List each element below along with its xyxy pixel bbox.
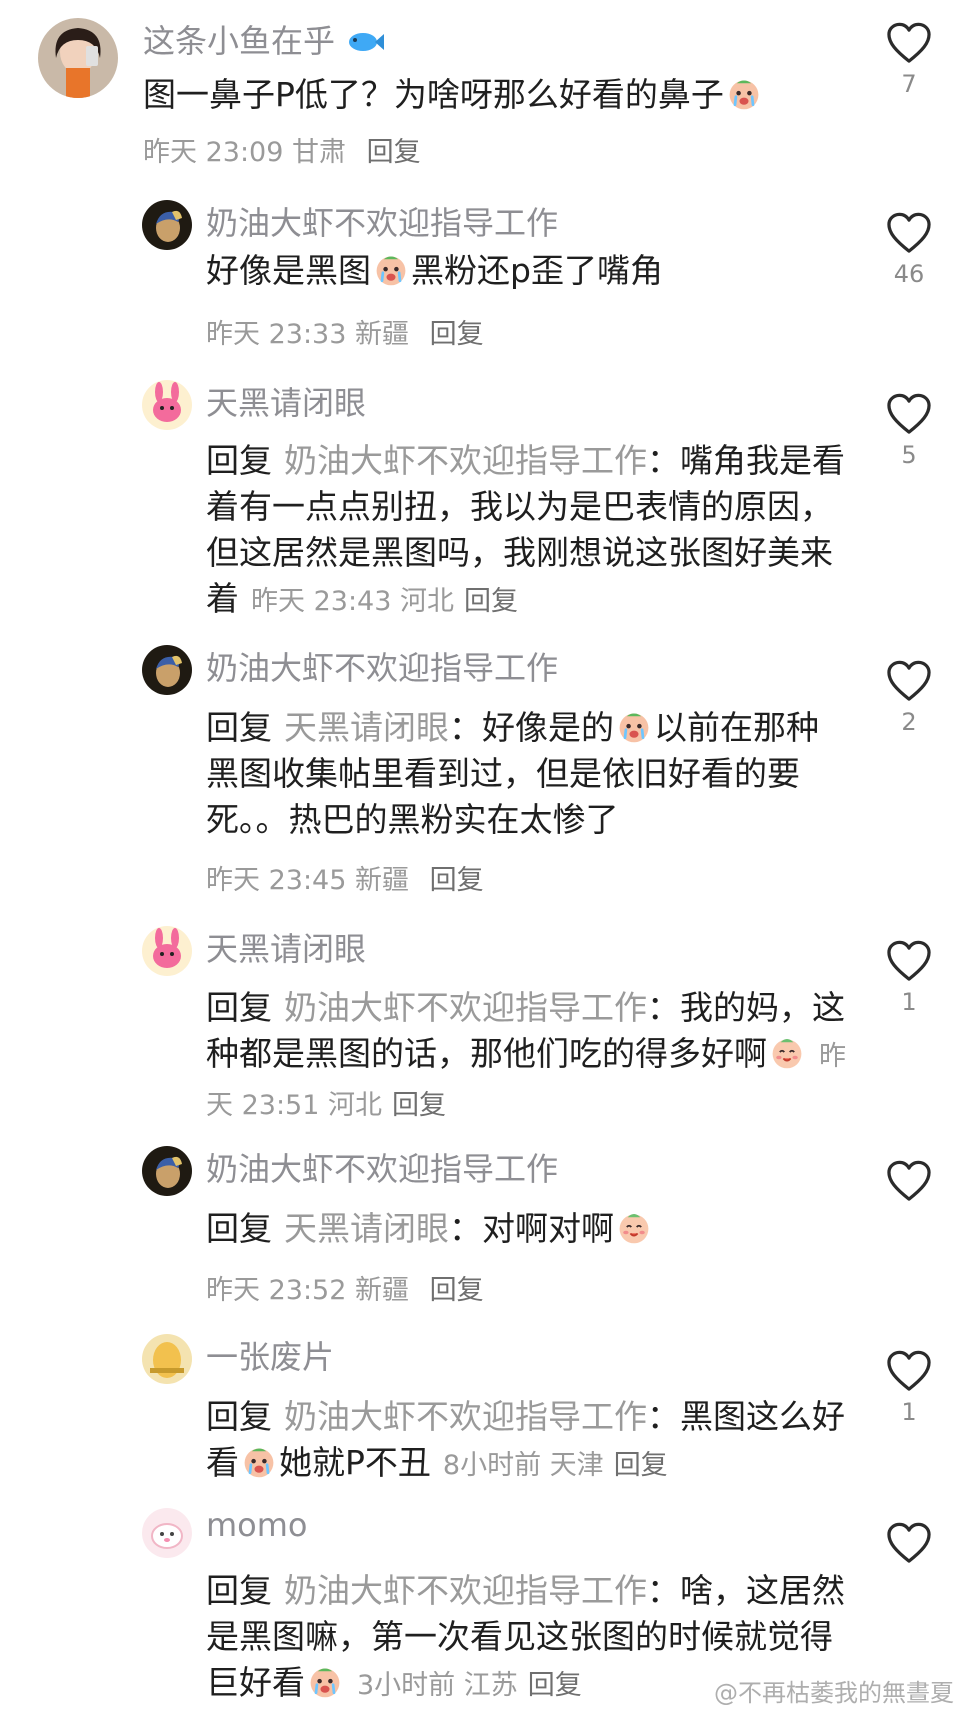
- comment-meta: 昨天 23:45 新疆 回复: [206, 858, 484, 897]
- fish-icon: [349, 33, 385, 51]
- like-count: 2: [901, 708, 917, 736]
- like-button[interactable]: [886, 1522, 932, 1600]
- comment-meta: 昨天 23:09 甘肃 回复: [143, 130, 421, 169]
- smile-emoji-icon: [616, 1210, 652, 1246]
- avatar[interactable]: [142, 645, 192, 695]
- reply-button[interactable]: 回复: [392, 1090, 446, 1121]
- username[interactable]: 奶油大虾不欢迎指导工作: [206, 1144, 558, 1190]
- crying-emoji-icon: [241, 1444, 277, 1480]
- reply-prefix: 回复: [206, 1571, 272, 1610]
- comment-text: 图一鼻子P低了？为啥呀那么好看的鼻子: [143, 72, 823, 118]
- heart-outline-icon: [886, 22, 932, 64]
- username[interactable]: 天黑请闭眼: [206, 924, 366, 970]
- heart-outline-icon: [886, 940, 932, 982]
- timestamp: 昨天 23:52: [206, 1275, 347, 1306]
- reply-target-username[interactable]: 奶油大虾不欢迎指导工作: [284, 1571, 647, 1610]
- avatar[interactable]: [142, 1508, 192, 1558]
- crying-emoji-icon: [726, 76, 762, 112]
- location: 天津: [549, 1450, 604, 1481]
- location: 河北: [400, 586, 454, 617]
- reply-button[interactable]: 回复: [430, 865, 484, 896]
- comment-meta: 3小时前 江苏 回复: [357, 1670, 582, 1701]
- heart-outline-icon: [886, 1522, 932, 1564]
- reply-target-username[interactable]: 天黑请闭眼: [284, 1209, 449, 1248]
- like-count: [886, 1570, 932, 1600]
- username[interactable]: 这条小鱼在乎: [143, 16, 385, 62]
- reply-prefix: 回复: [206, 441, 272, 480]
- username[interactable]: 天黑请闭眼: [206, 378, 366, 424]
- reply-prefix: 回复: [206, 1209, 272, 1248]
- like-button[interactable]: 46: [886, 212, 932, 290]
- reply-button[interactable]: 回复: [430, 1275, 484, 1306]
- comment-meta: 8小时前 天津 回复: [443, 1450, 668, 1481]
- like-button[interactable]: [886, 1160, 932, 1238]
- reply-target-username[interactable]: 奶油大虾不欢迎指导工作: [284, 1397, 647, 1436]
- timestamp: 昨天 23:09: [143, 137, 284, 168]
- comment-meta: 昨天 23:52 新疆 回复: [206, 1268, 484, 1307]
- timestamp: 3小时前: [357, 1670, 456, 1701]
- heart-outline-icon: [886, 393, 932, 435]
- timestamp: 昨天 23:33: [206, 319, 347, 350]
- username[interactable]: 一张废片: [206, 1332, 334, 1378]
- watermark: @不再枯萎我的無晝夏: [714, 1679, 954, 1707]
- username[interactable]: momo: [206, 1506, 308, 1544]
- reply-button[interactable]: 回复: [528, 1670, 582, 1701]
- comment-text: 回复 奶油大虾不欢迎指导工作：嘴角我是看着有一点点别扭，我以为是巴表情的原因，但这…: [206, 441, 845, 618]
- like-button[interactable]: 1: [886, 940, 932, 1018]
- crying-emoji-icon: [307, 1664, 343, 1700]
- comment-text: 好像是黑图 黑粉还p歪了嘴角: [206, 251, 663, 290]
- reply-prefix: 回复: [206, 708, 272, 747]
- avatar[interactable]: [142, 926, 192, 976]
- like-button[interactable]: 5: [886, 393, 932, 471]
- avatar[interactable]: [38, 18, 118, 98]
- heart-outline-icon: [886, 660, 932, 702]
- heart-outline-icon: [886, 1160, 932, 1202]
- reply-target-username[interactable]: 奶油大虾不欢迎指导工作: [284, 988, 647, 1027]
- location: 甘肃: [292, 137, 346, 168]
- username[interactable]: 奶油大虾不欢迎指导工作: [206, 643, 558, 689]
- avatar[interactable]: [142, 200, 192, 250]
- like-count: 46: [893, 260, 925, 288]
- reply-target-username[interactable]: 天黑请闭眼: [284, 708, 449, 747]
- reply-button[interactable]: 回复: [367, 137, 421, 168]
- avatar[interactable]: [142, 1334, 192, 1384]
- location: 新疆: [355, 319, 409, 350]
- location: 新疆: [355, 865, 409, 896]
- comment-meta: 昨天 23:33 新疆 回复: [206, 312, 484, 351]
- username[interactable]: 奶油大虾不欢迎指导工作: [206, 198, 558, 244]
- crying-emoji-icon: [373, 252, 409, 288]
- comment-text: 回复 天黑请闭眼：好像是的 以前在那种黑图收集帖里看到过，但是依旧好看的要死。。热巴…: [206, 708, 819, 839]
- reply-prefix: 回复: [206, 988, 272, 1027]
- smile-emoji-icon: [769, 1035, 805, 1071]
- avatar[interactable]: [142, 380, 192, 430]
- reply-button[interactable]: 回复: [464, 586, 518, 617]
- comment-meta: 昨天 23:43 河北 回复: [251, 586, 518, 617]
- like-count: 1: [901, 1398, 917, 1426]
- like-count: 5: [901, 441, 917, 469]
- comment-text: 回复 奶油大虾不欢迎指导工作：我的妈，这种都是黑图的话，那他们吃的得多好啊 昨天 2…: [206, 988, 846, 1121]
- reply-button[interactable]: 回复: [430, 319, 484, 350]
- reply-prefix: 回复: [206, 1397, 272, 1436]
- heart-outline-icon: [886, 1350, 932, 1392]
- like-button[interactable]: 7: [886, 22, 932, 100]
- like-count: 7: [901, 70, 917, 98]
- location: 河北: [328, 1090, 382, 1121]
- reply-button[interactable]: 回复: [614, 1450, 668, 1481]
- timestamp: 昨天 23:45: [206, 865, 347, 896]
- location: 江苏: [463, 1670, 518, 1701]
- comment-text: 回复 奶油大虾不欢迎指导工作：黑图这么好看 她就P不丑 8小时前 天津 回复: [206, 1397, 845, 1482]
- crying-emoji-icon: [616, 709, 652, 745]
- like-count: [886, 1208, 932, 1238]
- like-button[interactable]: 2: [886, 660, 932, 738]
- location: 新疆: [355, 1275, 409, 1306]
- avatar[interactable]: [142, 1146, 192, 1196]
- like-count: 1: [901, 988, 917, 1016]
- reply-target-username[interactable]: 奶油大虾不欢迎指导工作: [284, 441, 647, 480]
- comment-text: 回复 天黑请闭眼：对啊对啊: [206, 1206, 846, 1252]
- like-button[interactable]: 1: [886, 1350, 932, 1428]
- timestamp: 昨天 23:43: [251, 586, 392, 617]
- heart-outline-icon: [886, 212, 932, 254]
- timestamp: 8小时前: [442, 1450, 542, 1481]
